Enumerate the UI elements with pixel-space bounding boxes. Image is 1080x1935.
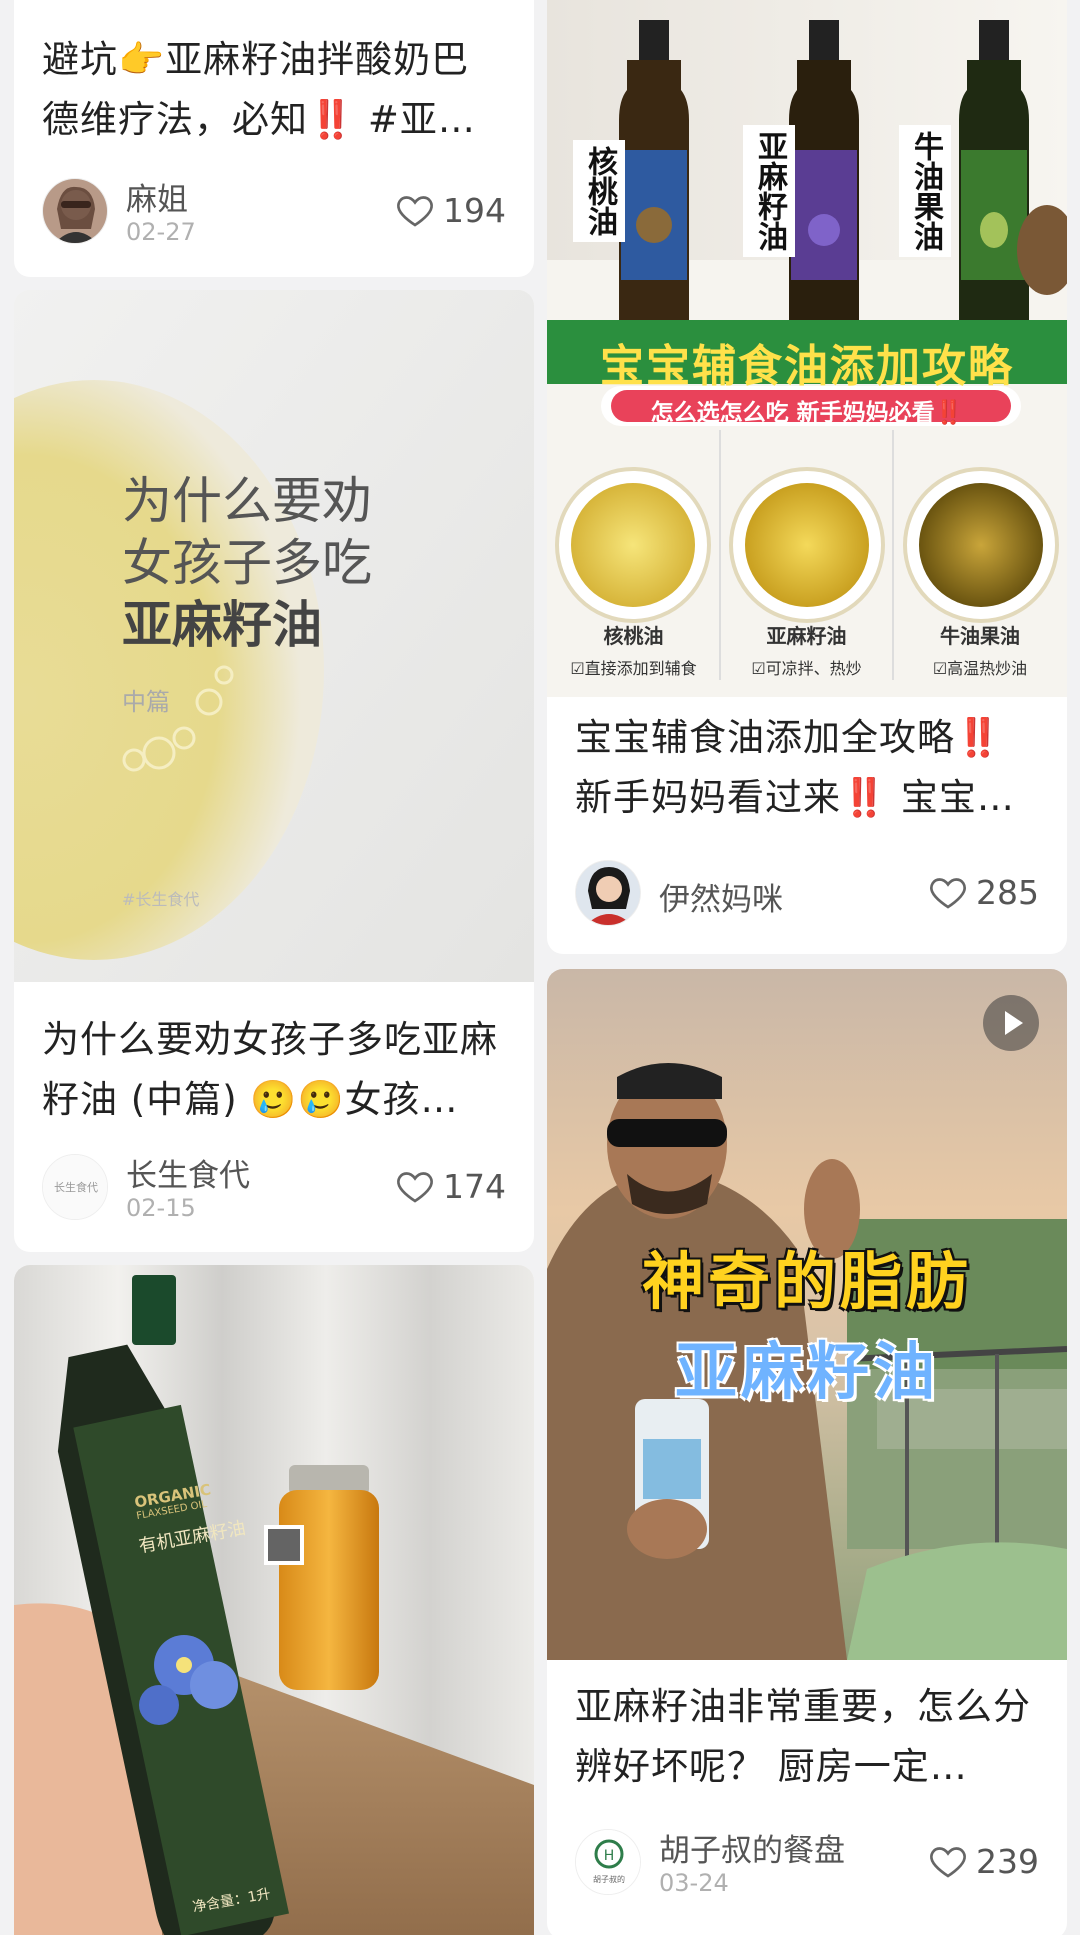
cover-subtitle: 中篇 — [122, 688, 170, 716]
like-button[interactable]: 239 — [928, 1841, 1039, 1881]
note-title[interactable]: 避坑👉亚麻籽油拌酸奶巴德维疗法，必知‼️ #亚… — [42, 30, 506, 150]
like-count: 174 — [443, 1166, 506, 1206]
heart-icon — [930, 878, 966, 909]
post-date: 02-27 — [126, 218, 196, 246]
author-name[interactable]: 胡子叔的餐盘 — [659, 1825, 845, 1870]
oil-tip: ☑可凉拌、热炒 — [751, 659, 862, 678]
note-card[interactable]: 核桃油 亚麻籽油 牛油果油 宝宝辅食油添加攻略 怎么选怎么吃 新手妈妈必看‼️ … — [547, 0, 1067, 954]
svg-text:胡子叔的: 胡子叔的 — [593, 1874, 625, 1884]
oil-name: 亚麻籽油 — [766, 624, 847, 648]
note-cover[interactable]: 为什么要劝 女孩子多吃 亚麻籽油 中篇 #长生食代 — [14, 290, 534, 982]
note-meta: 麻姐 02-27 194 — [42, 178, 506, 248]
author-name[interactable]: 伊然妈咪 — [659, 874, 783, 919]
note-card[interactable]: ORGANIC FLAXSEED OIL 有机亚麻籽油 净含量：1升 — [14, 1265, 534, 1935]
heart-icon — [397, 196, 433, 227]
like-button[interactable]: 194 — [395, 190, 506, 230]
cover-line: 为什么要劝 — [122, 472, 372, 530]
author-avatar[interactable]: 长生食代 — [42, 1154, 108, 1220]
author-name[interactable]: 长生食代 — [126, 1150, 250, 1195]
author-name[interactable]: 麻姐 — [126, 174, 188, 219]
svg-text:H: H — [604, 1848, 615, 1864]
like-button[interactable]: 174 — [395, 1166, 506, 1206]
post-date: 02-15 — [126, 1194, 196, 1222]
note-meta: 伊然妈咪 285 — [575, 860, 1039, 930]
note-cover[interactable]: 神奇的脂肪 亚麻籽油 — [547, 969, 1067, 1660]
cover-line: 亚麻籽油 — [122, 596, 322, 654]
guide-subbanner: 怎么选怎么吃 新手妈妈必看‼️ — [650, 400, 964, 426]
video-overlay-subtitle: 亚麻籽油 — [674, 1335, 939, 1408]
play-icon[interactable] — [983, 995, 1039, 1051]
note-cover[interactable]: 核桃油 亚麻籽油 牛油果油 宝宝辅食油添加攻略 怎么选怎么吃 新手妈妈必看‼️ … — [547, 0, 1067, 697]
svg-text:长生食代: 长生食代 — [54, 1180, 98, 1194]
flaxseed-oil-bottle-image — [14, 1265, 534, 1935]
oil-name: 牛油果油 — [940, 624, 1020, 648]
note-meta: H 胡子叔的 胡子叔的餐盘 03-24 239 — [575, 1829, 1039, 1899]
heart-icon — [397, 1172, 433, 1203]
note-card[interactable]: 为什么要劝 女孩子多吃 亚麻籽油 中篇 #长生食代 为什么要劝女孩子多吃亚麻籽油… — [14, 290, 534, 1252]
cover-headline: 为什么要劝 女孩子多吃 亚麻籽油 — [122, 470, 372, 656]
video-overlay-title: 神奇的脂肪 — [641, 1245, 972, 1318]
like-count: 285 — [976, 872, 1039, 912]
notes-feed: 避坑👉亚麻籽油拌酸奶巴德维疗法，必知‼️ #亚… 麻姐 02-27 194 为什… — [0, 0, 1080, 1935]
note-card[interactable]: 神奇的脂肪 亚麻籽油 亚麻籽油非常重要，怎么分辨好坏呢？ 厨房一定… H 胡子叔… — [547, 969, 1067, 1935]
bottle-label: 牛油果油 — [899, 125, 951, 257]
oil-tip: ☑高温热炒油 — [932, 659, 1028, 678]
heart-icon — [930, 1847, 966, 1878]
oil-tip: ☑直接添加到辅食 — [570, 659, 697, 678]
author-avatar[interactable]: H 胡子叔的 — [575, 1829, 641, 1895]
note-title[interactable]: 宝宝辅食油添加全攻略‼️新手妈妈看过来‼️ 宝宝… — [575, 708, 1039, 828]
cover-tag: #长生食代 — [122, 890, 200, 909]
note-title[interactable]: 为什么要劝女孩子多吃亚麻籽油 (中篇) 🥲🥲女孩… — [42, 1010, 506, 1130]
bottle-label: 核桃油 — [573, 140, 625, 242]
note-cover[interactable]: ORGANIC FLAXSEED OIL 有机亚麻籽油 净含量：1升 — [14, 1265, 534, 1935]
note-meta: 长生食代 长生食代 02-15 174 — [42, 1154, 506, 1224]
author-avatar[interactable] — [42, 178, 108, 244]
bottle-label: 亚麻籽油 — [743, 125, 795, 257]
note-title[interactable]: 亚麻籽油非常重要，怎么分辨好坏呢？ 厨房一定… — [575, 1677, 1039, 1797]
oil-name: 核桃油 — [603, 624, 664, 648]
cover-line: 女孩子多吃 — [122, 534, 372, 592]
author-avatar[interactable] — [575, 860, 641, 926]
like-count: 194 — [443, 190, 506, 230]
guide-banner: 宝宝辅食油添加攻略 — [600, 341, 1014, 392]
note-card[interactable]: 避坑👉亚麻籽油拌酸奶巴德维疗法，必知‼️ #亚… 麻姐 02-27 194 — [14, 0, 534, 277]
like-button[interactable]: 285 — [928, 872, 1039, 912]
like-count: 239 — [976, 1841, 1039, 1881]
post-date: 03-24 — [659, 1869, 729, 1897]
